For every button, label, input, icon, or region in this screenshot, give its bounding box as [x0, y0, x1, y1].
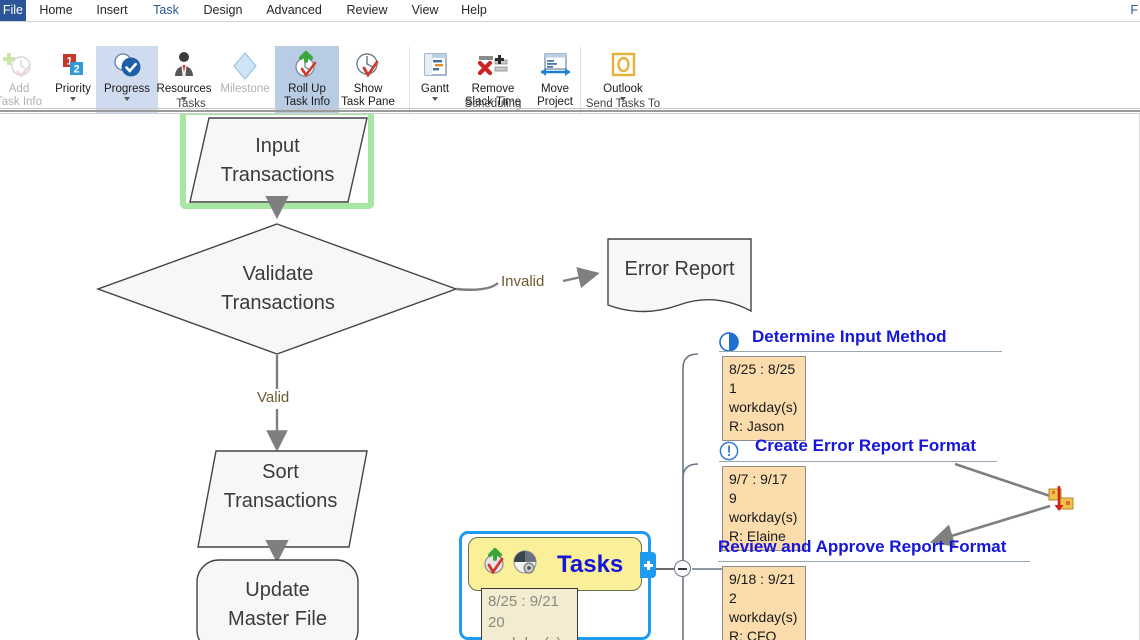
resources-icon — [153, 49, 215, 83]
outlook-icon — [592, 49, 654, 83]
dependency-line-out — [930, 504, 1051, 547]
tab-help[interactable]: Help — [452, 0, 496, 21]
move-project-icon — [524, 49, 586, 83]
tab-task[interactable]: Task — [142, 0, 190, 21]
ribbon-tab-strip: File Home Insert Task Design Advanced Re… — [0, 0, 1140, 21]
task-title-review-and-approve-report-format[interactable]: Review and Approve Report Format — [718, 537, 1006, 557]
tasks-node-tooltip: 8/25 : 9/21 20 workday(s) — [481, 588, 578, 640]
task-underline-2 — [719, 461, 997, 462]
roll-up-task-info-icon — [275, 49, 339, 83]
chevron-down-icon[interactable] — [70, 97, 76, 101]
canvas-top-border — [0, 110, 1140, 112]
edge-label-valid: Valid — [257, 389, 290, 406]
shape-error-report — [607, 238, 752, 313]
shape-input-transactions — [189, 117, 368, 203]
task-item-icon-determine-input-method — [719, 332, 739, 357]
ribbon-button-label: Milestone — [220, 83, 270, 95]
tab-view[interactable]: View — [402, 0, 448, 21]
tab-review[interactable]: Review — [336, 0, 398, 21]
edge-label-invalid: Invalid — [501, 273, 545, 290]
task-underline-3 — [718, 561, 1030, 562]
progress-icon — [96, 49, 158, 83]
priority-icon: 1 2 — [42, 49, 104, 83]
tab-file[interactable]: File — [0, 0, 26, 21]
task-item-icon-create-error-report-format — [719, 441, 739, 466]
remove-slack-time-icon — [456, 49, 530, 83]
shape-update-master-file — [196, 559, 359, 640]
tasks-node-rollup-icon — [481, 547, 507, 582]
ribbon-button-label: Roll Up Task Info — [283, 83, 331, 108]
ribbon-button-label: Progress — [103, 83, 151, 95]
ribbon-bottom-divider — [0, 108, 1140, 109]
task-title-determine-input-method[interactable]: Determine Input Method — [752, 327, 947, 347]
tree-collapse-toggle[interactable] — [674, 560, 691, 577]
tab-format-truncated[interactable]: F — [1130, 0, 1138, 21]
task-details-review-and-approve-report-format: 9/18 : 9/21 2 workday(s) R: CFO — [722, 566, 806, 640]
connector-validate-invalid-part1 — [455, 282, 499, 291]
task-title-create-error-report-format[interactable]: Create Error Report Format — [755, 436, 976, 456]
shape-sort-transactions — [197, 450, 368, 548]
application-window: File Home Insert Task Design Advanced Re… — [0, 0, 1140, 640]
svg-text:2: 2 — [73, 64, 79, 76]
task-details-determine-input-method: 8/25 : 8/25 1 workday(s) R: Jason — [722, 356, 806, 441]
connector-validate-invalid-part2 — [562, 267, 600, 289]
tab-home[interactable]: Home — [30, 0, 82, 21]
chevron-down-icon[interactable] — [432, 97, 438, 101]
task-dependency-icon — [1048, 486, 1074, 511]
dependency-line-in — [954, 462, 1051, 498]
ribbon-button-label: Outlook — [603, 83, 643, 95]
chevron-down-icon[interactable] — [124, 97, 130, 101]
ribbon-button-label: Priority — [55, 83, 91, 95]
show-task-pane-icon — [336, 49, 400, 83]
task-underline-1 — [719, 351, 1002, 352]
tasks-node-label: Tasks — [557, 551, 624, 578]
ribbon-button-label: Resources — [156, 83, 212, 95]
ribbon-button-label: Show Task Pane — [341, 83, 395, 108]
ribbon: Add Task Info 1 2 Priority — [0, 21, 1140, 125]
tab-insert[interactable]: Insert — [86, 0, 138, 21]
tree-branch-create-error-report-format — [682, 463, 699, 569]
tree-branch-determine-input-method — [682, 353, 699, 569]
tasks-node-expand-plus[interactable] — [640, 552, 656, 578]
tasks-node-progress-pie-icon — [511, 548, 539, 581]
shape-validate-transactions — [95, 223, 459, 355]
tab-design[interactable]: Design — [194, 0, 252, 21]
milestone-icon — [214, 49, 276, 83]
drawing-canvas[interactable]: Input Transactions Validate Transactions… — [0, 114, 1140, 640]
tab-advanced[interactable]: Advanced — [256, 0, 332, 21]
